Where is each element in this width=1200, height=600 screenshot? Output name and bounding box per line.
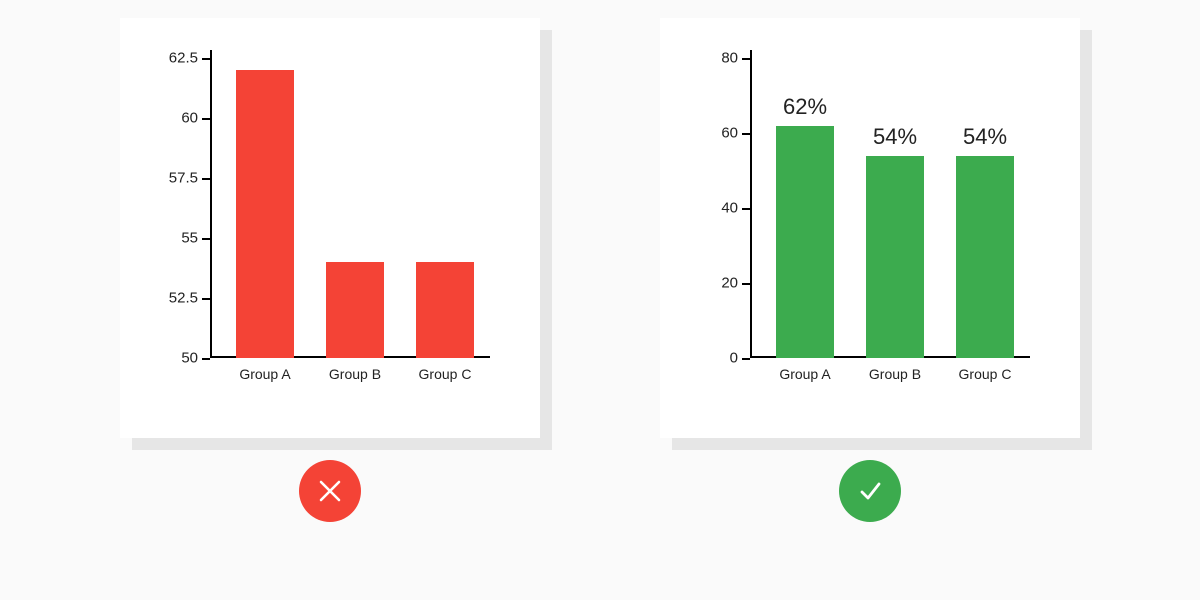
- value-label: 54%: [963, 124, 1007, 150]
- cross-icon: [315, 476, 345, 506]
- value-label: 54%: [873, 124, 917, 150]
- y-tick: [202, 238, 210, 240]
- y-tick-label: 52.5: [138, 290, 198, 307]
- y-tick-label: 80: [678, 50, 738, 67]
- y-tick: [202, 298, 210, 300]
- left-chart: 5052.55557.56062.5Group AGroup BGroup C: [210, 58, 490, 358]
- bar: [326, 262, 384, 358]
- y-tick-label: 60: [678, 125, 738, 142]
- y-tick: [742, 283, 750, 285]
- category-label: Group A: [760, 366, 850, 382]
- y-tick-label: 20: [678, 275, 738, 292]
- value-label: 62%: [783, 94, 827, 120]
- y-tick: [742, 358, 750, 360]
- right-column: 0 20 40 60 80 Group A 62% Group B 54% Group C 54%: [660, 18, 1080, 522]
- y-tick: [742, 133, 750, 135]
- y-tick: [202, 118, 210, 120]
- y-tick-label: 57.5: [138, 170, 198, 187]
- category-label: Group B: [850, 366, 940, 382]
- check-icon: [854, 475, 886, 507]
- right-card-wrap: 0 20 40 60 80 Group A 62% Group B 54% Group C 54%: [660, 18, 1080, 438]
- bar: [776, 126, 834, 359]
- bar: [866, 156, 924, 359]
- left-card: 50 52.5 55 57.5 60 62.5 Group AGroup BGroup C: [120, 18, 540, 438]
- y-tick: [202, 178, 210, 180]
- y-tick-label: 55: [138, 230, 198, 247]
- category-label: Group A: [220, 366, 310, 382]
- bad-badge: [299, 460, 361, 522]
- category-label: Group C: [940, 366, 1030, 382]
- bar: [416, 262, 474, 358]
- y-tick-label: 60: [138, 110, 198, 127]
- comparison-row: 5052.55557.56062.5Group AGroup BGroup C …: [0, 0, 1200, 522]
- right-card: 0 20 40 60 80 Group A 62% Group B 54% Group C 54%: [660, 18, 1080, 438]
- y-tick: [202, 358, 210, 360]
- left-card-wrap: 50 52.5 55 57.5 60 62.5 Group AGroup BGroup C: [120, 18, 540, 438]
- y-tick: [742, 208, 750, 210]
- y-tick: [742, 58, 750, 60]
- y-tick-label: 50: [138, 350, 198, 367]
- y-tick-label: 62.5: [138, 50, 198, 67]
- bar: [956, 156, 1014, 359]
- right-chart: 020406080Group A62%Group B54%Group C54%: [750, 58, 1030, 358]
- category-label: Group B: [310, 366, 400, 382]
- y-tick-label: 40: [678, 200, 738, 217]
- good-badge: [839, 460, 901, 522]
- y-axis: [210, 50, 212, 358]
- y-tick-label: 0: [678, 350, 738, 367]
- y-tick: [202, 58, 210, 60]
- bar: [236, 70, 294, 358]
- y-axis: [750, 50, 752, 358]
- left-column: 50 52.5 55 57.5 60 62.5 Group AGroup BGroup C: [120, 18, 540, 522]
- category-label: Group C: [400, 366, 490, 382]
